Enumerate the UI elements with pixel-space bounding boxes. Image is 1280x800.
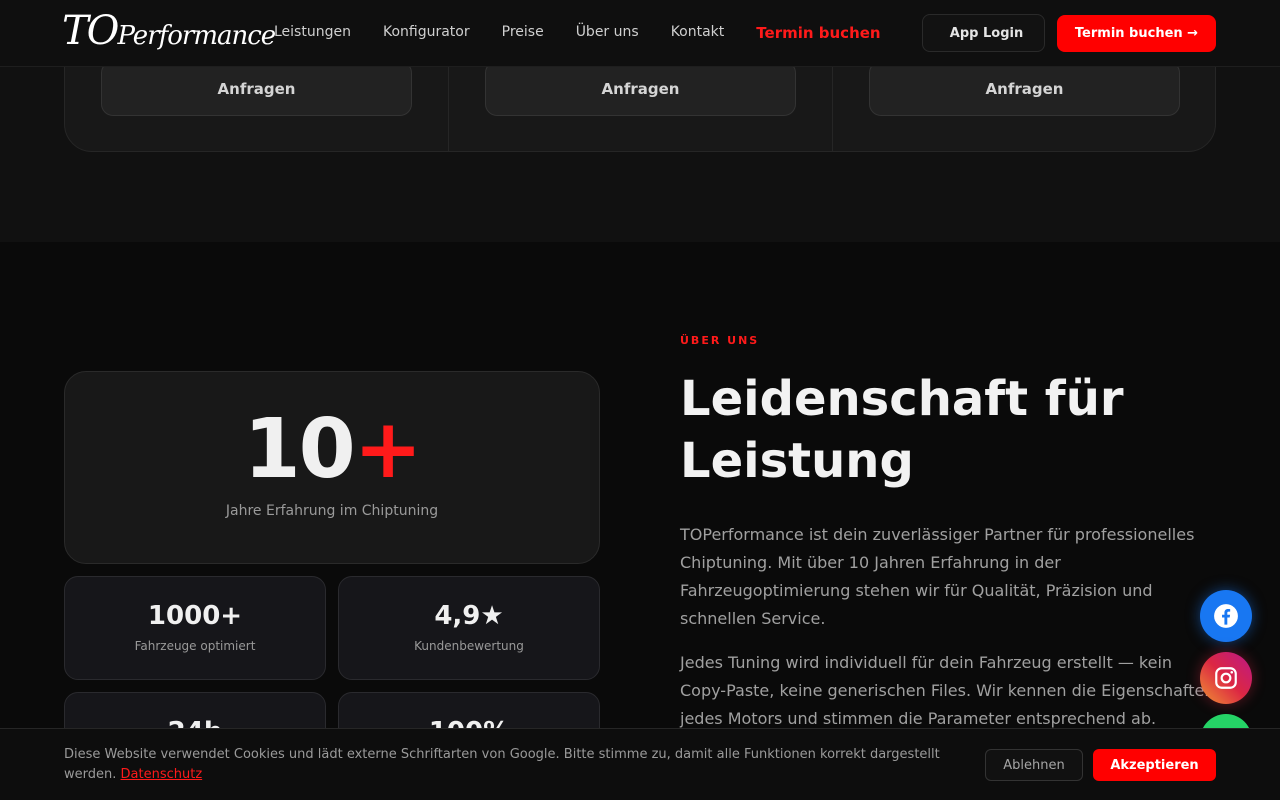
experience-value: 10+ [243,402,423,497]
facebook-icon [1214,604,1238,628]
facebook-button[interactable] [1200,590,1252,642]
app-login-button[interactable]: App Login [922,14,1045,52]
about-paragraph: Jedes Tuning wird individuell für dein F… [680,653,1215,728]
privacy-link[interactable]: Datenschutz [121,767,203,782]
main-nav: Leistungen Konfigurator Preise Über uns … [274,24,881,42]
site-header: TOPerformance Leistungen Konfigurator Pr… [0,0,1280,67]
instagram-icon [1215,667,1237,689]
accept-button[interactable]: Akzeptieren [1093,749,1216,781]
logo[interactable]: TOPerformance [62,8,276,54]
nav-item-preise[interactable]: Preise [502,24,544,42]
request-button[interactable]: Anfragen [869,61,1180,116]
experience-stat-card: 10+ Jahre Erfahrung im Chiptuning [64,371,600,564]
cookie-text: Diese Website verwendet Cookies und lädt… [64,747,940,782]
book-appointment-button[interactable]: Termin buchen → [1057,15,1216,52]
decline-button[interactable]: Ablehnen [985,749,1083,781]
nav-item-ueber-uns[interactable]: Über uns [576,24,639,42]
nav-item-kontakt[interactable]: Kontakt [671,24,725,42]
section-title: Leidenschaft für Leistung [680,371,1124,489]
cookie-banner: Diese Website verwendet Cookies und lädt… [0,728,1280,800]
about-paragraph: TOPerformance ist dein zuverlässiger Par… [680,525,1195,628]
request-button[interactable]: Anfragen [485,61,796,116]
nav-item-termin-buchen[interactable]: Termin buchen [756,24,880,42]
section-kicker: ÜBER UNS [680,334,760,347]
stat-card: 1000+ Fahrzeuge optimiert [64,576,326,680]
nav-item-leistungen[interactable]: Leistungen [274,24,351,42]
request-button[interactable]: Anfragen [101,61,412,116]
experience-label: Jahre Erfahrung im Chiptuning [225,503,439,519]
stat-card: 4,9★ Kundenbewertung [338,576,600,680]
nav-item-konfigurator[interactable]: Konfigurator [383,24,470,42]
instagram-button[interactable] [1200,652,1252,704]
